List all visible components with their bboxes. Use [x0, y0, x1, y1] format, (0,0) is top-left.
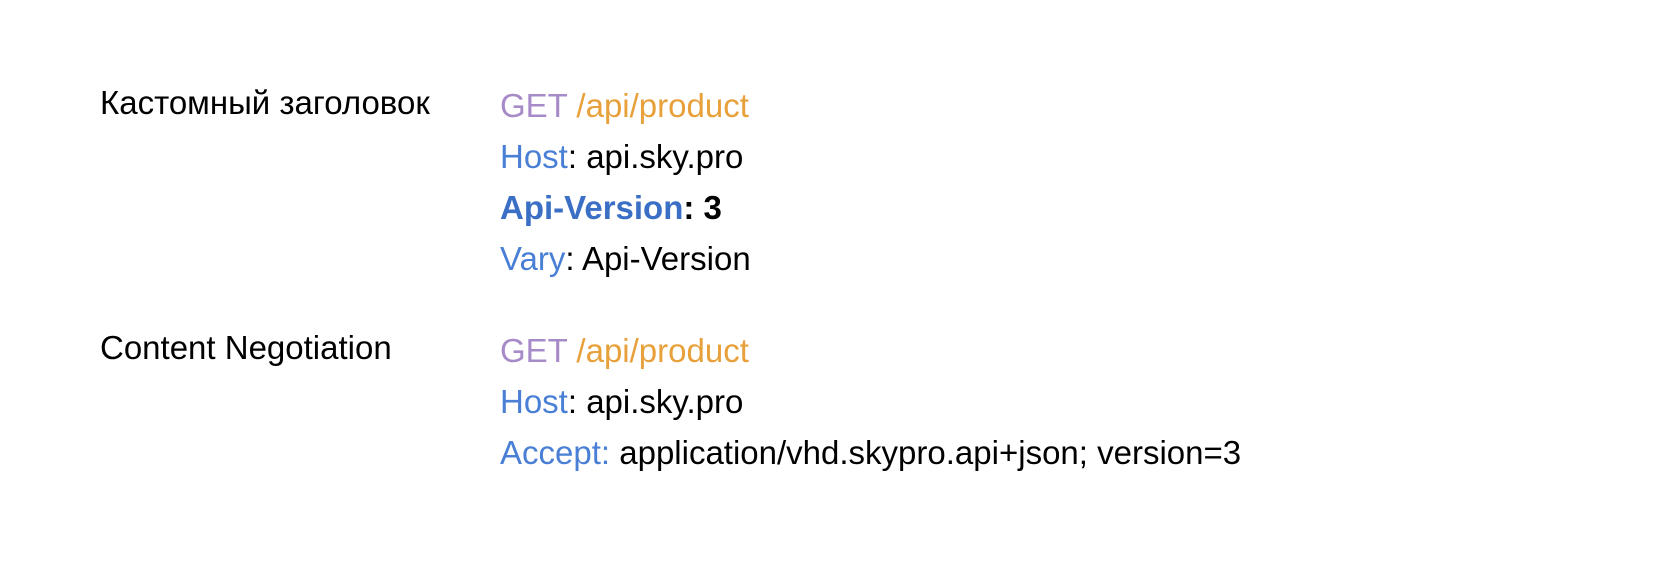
section-label: Кастомный заголовок [100, 80, 500, 122]
http-request-block: GET /api/product Host: api.sky.pro Api-V… [500, 80, 1580, 285]
header-key: Host [500, 383, 568, 420]
http-method: GET [500, 87, 567, 124]
header-value: api.sky.pro [586, 138, 743, 175]
http-request-block: GET /api/product Host: api.sky.pro Accep… [500, 325, 1580, 478]
label-text: Content Negotiation [100, 329, 392, 366]
header-value: 3 [704, 189, 722, 226]
header-key: Accept [500, 434, 601, 471]
section-custom-header: Кастомный заголовок GET /api/product Hos… [100, 80, 1580, 285]
header-value: Api-Version [582, 240, 751, 277]
header-line-vary: Vary: Api-Version [500, 233, 1580, 284]
header-value: api.sky.pro [586, 383, 743, 420]
request-line: GET /api/product [500, 80, 1580, 131]
request-line: GET /api/product [500, 325, 1580, 376]
header-key: Host [500, 138, 568, 175]
section-label: Content Negotiation [100, 325, 500, 367]
header-line-api-version: Api-Version: 3 [500, 182, 1580, 233]
header-value: application/vhd.skypro.api+json; version… [619, 434, 1241, 471]
header-line-accept: Accept: application/vhd.skypro.api+json;… [500, 427, 1580, 478]
http-path: /api/product [576, 87, 748, 124]
label-text: Кастомный заголовок [100, 84, 430, 121]
http-method: GET [500, 332, 567, 369]
http-path: /api/product [576, 332, 748, 369]
header-line-host: Host: api.sky.pro [500, 376, 1580, 427]
header-key: Api-Version [500, 189, 683, 226]
section-content-negotiation: Content Negotiation GET /api/product Hos… [100, 325, 1580, 478]
header-line-host: Host: api.sky.pro [500, 131, 1580, 182]
header-key: Vary [500, 240, 565, 277]
